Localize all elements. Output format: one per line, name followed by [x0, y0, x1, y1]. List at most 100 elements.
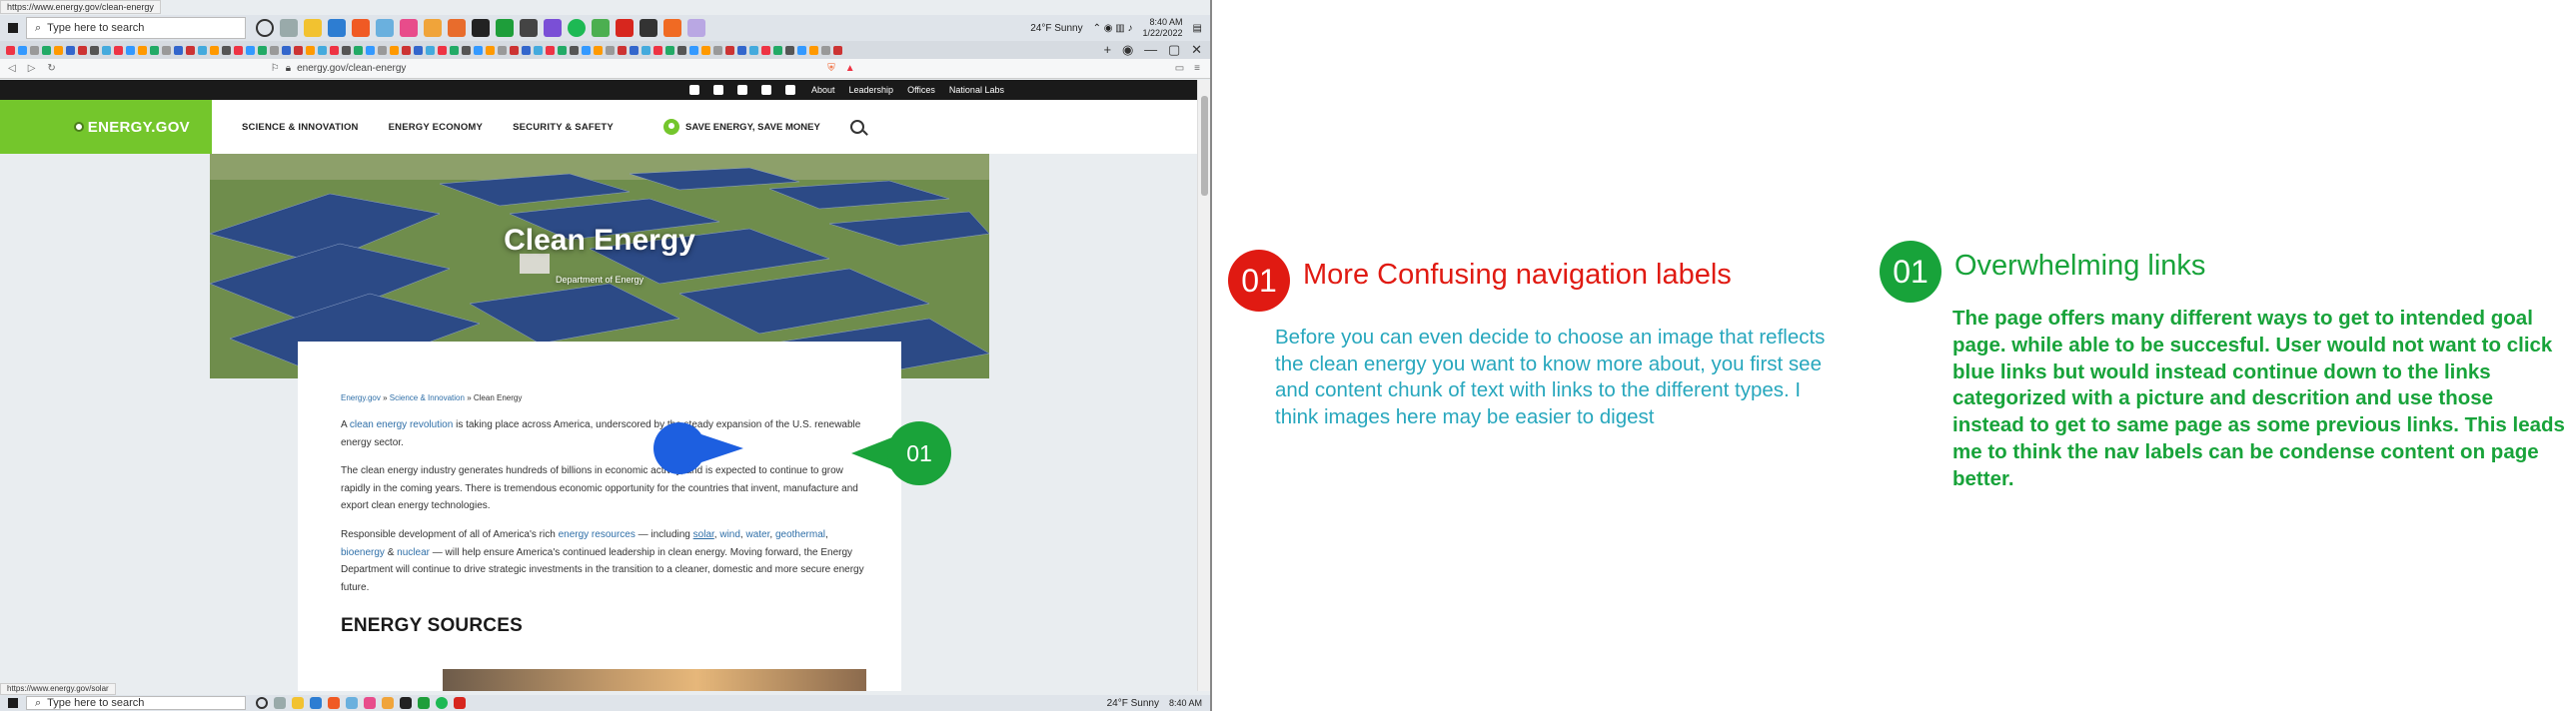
tab-favicon[interactable] [330, 45, 339, 55]
tab-favicon[interactable] [725, 45, 734, 55]
twitter-icon[interactable] [713, 85, 723, 95]
tab-favicon[interactable] [138, 45, 147, 55]
tab-favicon[interactable] [797, 45, 806, 55]
tab-favicon[interactable] [198, 45, 207, 55]
tab-favicon[interactable] [486, 45, 495, 55]
link-water[interactable]: water [745, 529, 769, 540]
tab-favicon[interactable] [270, 45, 279, 55]
tab-favicon[interactable] [833, 45, 842, 55]
tab-favicon[interactable] [665, 45, 674, 55]
tab-favicon[interactable] [390, 45, 399, 55]
store-icon[interactable] [310, 697, 322, 709]
tab-favicon[interactable] [318, 45, 327, 55]
spotify-icon[interactable] [568, 19, 586, 37]
tab-favicon[interactable] [426, 45, 435, 55]
app-icon[interactable] [424, 19, 442, 37]
youtube-icon[interactable] [737, 85, 747, 95]
tab-favicon[interactable] [78, 45, 87, 55]
facebook-icon[interactable] [689, 85, 699, 95]
menu-icon[interactable]: ≡ [1194, 63, 1200, 74]
link-clean-energy-revolution[interactable]: clean energy revolution [350, 419, 453, 430]
tab-favicon[interactable] [570, 45, 579, 55]
tab-favicon[interactable] [234, 45, 243, 55]
cortana-icon[interactable] [256, 19, 274, 37]
tab-favicon[interactable] [594, 45, 603, 55]
breadcrumb-link-energy-gov[interactable]: Energy.gov [341, 393, 381, 402]
task-view-icon[interactable] [280, 19, 298, 37]
tab-favicon[interactable] [90, 45, 99, 55]
app-icon[interactable] [454, 697, 466, 709]
tab-favicon[interactable] [222, 45, 231, 55]
tab-favicon[interactable] [342, 45, 351, 55]
tab-favicon[interactable] [174, 45, 183, 55]
tab-favicon[interactable] [210, 45, 219, 55]
taskbar-search[interactable]: ⌕ Type here to search [26, 696, 246, 710]
tab-favicon[interactable] [689, 45, 698, 55]
tab-favicon[interactable] [773, 45, 782, 55]
tab-favicon[interactable] [306, 45, 315, 55]
windows-start-icon[interactable] [0, 15, 26, 41]
tab-favicon[interactable] [821, 45, 830, 55]
nav-energy-economy[interactable]: ENERGY ECONOMY [389, 122, 483, 133]
brave-shields-icon[interactable]: ⛨ [827, 63, 835, 74]
instagram-icon[interactable] [761, 85, 771, 95]
store-icon[interactable] [328, 19, 346, 37]
app-icon[interactable] [520, 19, 538, 37]
tray-icons[interactable]: ⌃ ◉ ▥ ♪ [1093, 23, 1133, 34]
tab-favicon[interactable] [30, 45, 39, 55]
tab-favicon[interactable] [606, 45, 615, 55]
scrollbar-thumb[interactable] [1201, 96, 1208, 196]
task-view-icon[interactable] [274, 697, 286, 709]
link-geothermal[interactable]: geothermal [775, 529, 825, 540]
windows-start-icon[interactable] [0, 695, 26, 711]
utility-link-national-labs[interactable]: National Labs [949, 85, 1004, 95]
utility-link-about[interactable]: About [811, 85, 835, 95]
spotify-icon[interactable] [436, 697, 448, 709]
bookmark-icon[interactable]: ⚐ [271, 63, 280, 74]
xbox-icon[interactable] [418, 697, 430, 709]
weather-status[interactable]: 24°F Sunny [1107, 698, 1159, 709]
tab-favicon[interactable] [450, 45, 459, 55]
app-icon[interactable] [346, 697, 358, 709]
tab-favicon[interactable] [402, 45, 411, 55]
tab-favicon[interactable] [414, 45, 423, 55]
tab-favicon[interactable] [713, 45, 722, 55]
app-icon[interactable] [592, 19, 610, 37]
link-bioenergy[interactable]: bioenergy [341, 547, 385, 558]
app-icon[interactable] [663, 19, 681, 37]
tab-favicon[interactable] [102, 45, 111, 55]
tab-favicon[interactable] [630, 45, 639, 55]
clock[interactable]: 8:40 AM 1/22/2022 [1143, 17, 1183, 39]
app-icon[interactable] [640, 19, 657, 37]
xbox-icon[interactable] [496, 19, 514, 37]
tab-favicon[interactable] [809, 45, 818, 55]
tab-favicon[interactable] [282, 45, 291, 55]
tab-favicon[interactable] [701, 45, 710, 55]
app-icon[interactable] [400, 697, 412, 709]
app-icon[interactable] [687, 19, 705, 37]
page-scrollbar[interactable] [1197, 80, 1210, 691]
app-icon[interactable] [364, 697, 376, 709]
taskbar-search[interactable]: ⌕ Type here to search [26, 17, 246, 39]
app-icon[interactable] [448, 19, 466, 37]
tab-favicon[interactable] [54, 45, 63, 55]
weather-status[interactable]: 24°F Sunny [1030, 23, 1082, 34]
file-explorer-icon[interactable] [304, 19, 322, 37]
tab-favicon[interactable] [761, 45, 770, 55]
tab-favicon[interactable] [66, 45, 75, 55]
app-icon[interactable] [382, 697, 394, 709]
app-icon[interactable] [376, 19, 394, 37]
nav-security-safety[interactable]: SECURITY & SAFETY [513, 122, 614, 133]
breadcrumb-link-science-innovation[interactable]: Science & Innovation [390, 393, 465, 402]
link-energy-resources[interactable]: energy resources [559, 529, 636, 540]
brave-rewards-icon[interactable]: ▲ [845, 63, 855, 74]
brave-icon[interactable] [352, 19, 370, 37]
link-wind[interactable]: wind [719, 529, 740, 540]
tab-favicon[interactable] [785, 45, 794, 55]
tab-favicon[interactable] [677, 45, 686, 55]
tab-favicon[interactable] [618, 45, 627, 55]
nav-science-innovation[interactable]: SCIENCE & INNOVATION [242, 122, 359, 133]
app-icon[interactable] [400, 19, 418, 37]
tab-favicon[interactable] [354, 45, 363, 55]
tab-favicon[interactable] [366, 45, 375, 55]
